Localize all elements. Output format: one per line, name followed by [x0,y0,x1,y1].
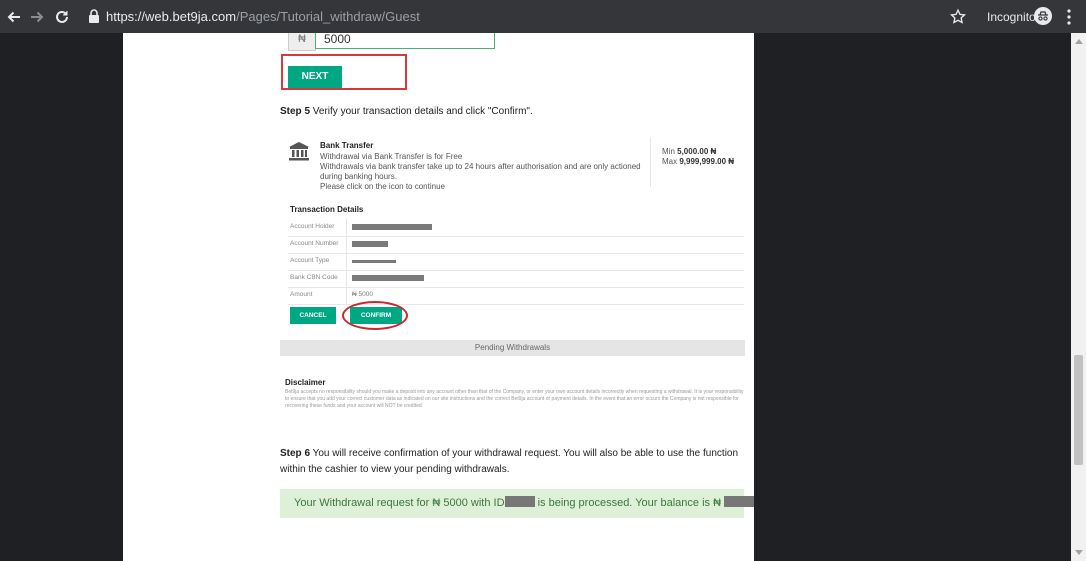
step6-label: Step 6 [280,448,311,459]
step6-line2: within the cashier to view your pending … [280,464,510,475]
step6-line1: You will receive confirmation of your wi… [310,448,739,459]
redacted-id [504,496,535,507]
url-path: /Pages/Tutorial_withdraw/Guest [236,9,420,24]
min-value: 5,000.00 ₦ [677,147,717,156]
amount-input[interactable]: 5000 [315,33,495,49]
scroll-down-arrow-icon[interactable] [1075,550,1083,555]
address-bar[interactable]: https://web.bet9ja.com/Pages/Tutorial_wi… [106,9,420,24]
redacted-value [352,224,432,230]
browser-toolbar: https://web.bet9ja.com/Pages/Tutorial_wi… [0,0,1086,33]
row-label: Account Type [290,257,330,264]
next-button[interactable]: NEXT [288,66,342,88]
bank-info-line: Withdrawal via Bank Transfer is for Free [320,152,463,161]
cancel-button[interactable]: CANCEL [290,307,336,324]
table-row: Account Number [288,236,744,254]
cell-divider [346,253,347,270]
max-value: 9,999,999.00 ₦ [679,157,735,166]
amount-value: ₦ 5000 [352,291,373,298]
row-label: Bank CBN Code [290,274,338,281]
cell-divider [346,219,347,236]
confirm-highlight-circle [342,301,408,330]
table-row: Account Type [288,253,744,271]
bank-info-line: during banking hours. [320,172,397,181]
min-label: Min [662,147,675,156]
step5-description: Verify your transaction details and clic… [310,106,533,117]
bank-info-line: Please click on the icon to continue [320,182,445,191]
row-label: Account Number [290,240,339,247]
page-scrollbar[interactable] [1071,33,1086,561]
pending-withdrawals-tab[interactable]: Pending Withdrawals [280,340,745,356]
bank-info-line: Withdrawals via bank transfer take up to… [320,162,641,171]
step5-text: Step 5 Verify your transaction details a… [280,104,533,120]
back-arrow-icon[interactable] [4,7,24,27]
cell-divider [346,287,347,304]
incognito-label: Incognito [987,10,1036,24]
step6-text: Step 6 You will receive confirmation of … [280,446,738,478]
max-label: Max [662,157,678,166]
redacted-balance [724,496,754,507]
success-text-part1: Your Withdrawal request for ₦ 5000 with … [294,497,505,509]
table-row: Account Holder [288,219,744,237]
bank-icon[interactable] [288,141,310,161]
step5-label: Step 5 [280,106,311,117]
url-host: https://web.bet9ja.com [106,9,237,24]
scroll-thumb[interactable] [1074,355,1083,465]
row-label: Amount [290,291,313,298]
currency-prefix: ₦ [288,33,316,51]
bank-transfer-title: Bank Transfer [320,141,374,150]
lock-icon[interactable] [88,9,100,23]
incognito-icon[interactable] [1034,7,1052,25]
cell-divider [346,270,347,287]
withdrawal-success-message: Your Withdrawal request for ₦ 5000 with … [280,489,754,518]
disclaimer-title: Disclaimer [285,378,326,387]
row-label: Account Holder [290,223,335,230]
tutorial-page: ₦ 5000 NEXT Step 5 Verify your transacti… [123,33,754,561]
redacted-value [352,241,388,247]
success-text-part2: is being processed. Your balance is ₦ [534,497,725,509]
cell-divider [346,236,347,253]
reload-icon[interactable] [52,7,72,27]
redacted-value [352,260,396,263]
bookmark-star-icon[interactable] [949,8,967,26]
disclaimer-text: Bet9ja accepts no responsibility should … [285,389,744,409]
table-row: Bank CBN Code [288,270,744,288]
transaction-details-title: Transaction Details [290,205,364,214]
withdrawal-limits: Min 5,000.00 ₦ Max 9,999,999.00 ₦ [662,147,734,167]
browser-menu-icon[interactable] [1064,8,1074,26]
scroll-up-arrow-icon[interactable] [1075,39,1083,44]
limits-divider [650,137,651,187]
forward-arrow-icon[interactable] [27,7,47,27]
redacted-value [352,275,424,281]
